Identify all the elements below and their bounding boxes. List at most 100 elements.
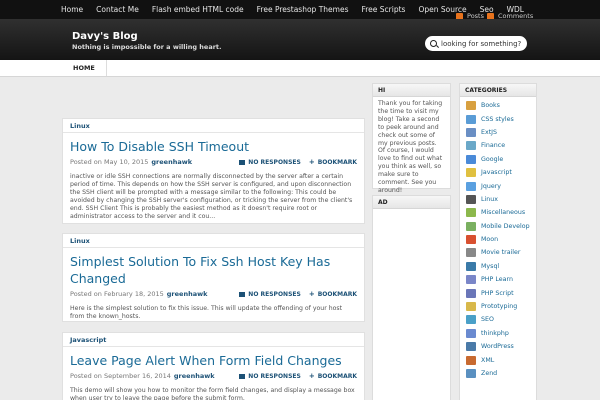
comment-icon [239,159,246,165]
finance-icon [466,141,476,151]
category-label: XML [481,356,495,364]
category-label: PHP Learn [481,276,513,284]
post-category[interactable]: Javascript [63,333,364,347]
xml-icon [466,355,476,365]
category-item[interactable]: CSS styles [460,112,536,125]
ad-widget: AD [372,195,451,400]
category-item[interactable]: Zend [460,367,536,380]
category-item[interactable]: XML [460,353,536,366]
category-label: PHP Script [481,289,514,297]
category-label: thinkphp [481,329,509,337]
category-item[interactable]: Movie trailer [460,246,536,259]
post-title[interactable]: How To Disable SSH Timeout [63,133,364,155]
extjs-icon [466,127,476,137]
category-item[interactable]: Mysql [460,260,536,273]
categories-list: Books CSS styles ExtJS Finance Google Javascr… [460,97,536,380]
category-label: Movie trailer [481,249,521,257]
category-item[interactable]: thinkphp [460,327,536,340]
search-input[interactable] [441,39,526,48]
nav-item-prestashop[interactable]: Free Prestashop Themes [257,0,349,19]
comment-icon [239,373,246,379]
hi-widget-title: HI [373,84,450,97]
plus-icon: + [308,158,315,166]
post-author[interactable]: greenhawk [167,290,208,298]
category-item[interactable]: Prototyping [460,300,536,313]
nav-item-home[interactable]: Home [61,0,83,19]
jquery-icon [466,181,476,191]
category-item[interactable]: Javascript [460,166,536,179]
comment-icon [239,291,246,297]
category-label: Mysql [481,262,500,270]
nav-item-free-scripts[interactable]: Free Scripts [361,0,405,19]
plus-icon: + [308,290,315,298]
category-item[interactable]: Miscellaneous [460,206,536,219]
mobile-icon [466,221,476,231]
tab-home[interactable]: HOME [61,60,107,76]
category-label: ExtJS [481,128,498,136]
post-meta: Posted on September 16, 2014 greenhawk N… [63,369,364,380]
php-script-icon [466,288,476,298]
bookmark-label: BOOKMARK [317,158,357,166]
responses-label: NO RESPONSES [248,372,301,380]
responses-link[interactable]: NO RESPONSES [239,291,301,298]
post-title[interactable]: Leave Page Alert When Form Field Changes [63,347,364,369]
category-label: Finance [481,142,506,150]
bookmark-link[interactable]: + BOOKMARK [309,158,357,166]
post-card: Linux How To Disable SSH Timeout Posted … [62,118,365,224]
bookmark-label: BOOKMARK [317,290,357,298]
category-item[interactable]: PHP Learn [460,273,536,286]
site-title[interactable]: Davy's Blog [72,31,138,42]
category-item[interactable]: Moon [460,233,536,246]
hi-widget-text: Thank you for taking the time to visit m… [378,100,443,194]
category-label: Google [481,155,504,163]
category-label: CSS styles [481,115,514,123]
category-label: Linux [481,195,498,203]
php-learn-icon [466,275,476,285]
category-item[interactable]: Linux [460,193,536,206]
site-tagline: Nothing is impossible for a willing hear… [72,43,222,51]
category-label: Miscellaneous [481,209,526,217]
category-label: WordPress [481,343,514,351]
post-meta: Posted on February 18, 2015 greenhawk NO… [63,287,364,298]
bookmark-link[interactable]: + BOOKMARK [309,290,357,298]
post-author[interactable]: greenhawk [151,158,192,166]
post-title[interactable]: Simplest Solution To Fix Ssh Host Key Ha… [63,248,364,287]
site-header: Davy's Blog Nothing is impossible for a … [0,19,600,60]
category-label: Javascript [481,169,512,177]
post-category[interactable]: Linux [63,234,364,248]
nav-item-contact[interactable]: Contact Me [96,0,139,19]
post-excerpt: This demo will show you how to monitor t… [70,387,355,400]
javascript-icon [466,168,476,178]
moon-icon [466,235,476,245]
category-item[interactable]: Finance [460,139,536,152]
thinkphp-icon [466,328,476,338]
search-box [425,36,527,51]
post-category[interactable]: Linux [63,119,364,133]
category-item[interactable]: WordPress [460,340,536,353]
category-item[interactable]: Jquery [460,179,536,192]
category-label: Jquery [481,182,502,190]
responses-link[interactable]: NO RESPONSES [239,373,301,380]
books-icon [466,101,476,111]
category-item[interactable]: PHP Script [460,286,536,299]
google-icon [466,154,476,164]
post-author[interactable]: greenhawk [174,372,215,380]
post-date: Posted on February 18, 2015 [70,290,164,298]
post-date: Posted on May 10, 2015 [70,158,149,166]
category-item[interactable]: Mobile Develop [460,220,536,233]
category-item[interactable]: Books [460,99,536,112]
search-icon[interactable] [430,40,437,47]
responses-link[interactable]: NO RESPONSES [239,159,301,166]
post-card: Javascript Leave Page Alert When Form Fi… [62,332,365,400]
category-label: Zend [481,370,498,377]
category-item[interactable]: ExtJS [460,126,536,139]
categories-title: CATEGORIES [460,84,536,97]
post-excerpt: inactive or idle SSH connections are nor… [70,173,353,220]
bookmark-link[interactable]: + BOOKMARK [309,372,357,380]
nav-item-flash-embed[interactable]: Flash embed HTML code [152,0,244,19]
category-item[interactable]: Google [460,153,536,166]
zend-icon [466,369,476,378]
bookmark-label: BOOKMARK [317,372,357,380]
movie-icon [466,248,476,258]
category-item[interactable]: SEO [460,313,536,326]
